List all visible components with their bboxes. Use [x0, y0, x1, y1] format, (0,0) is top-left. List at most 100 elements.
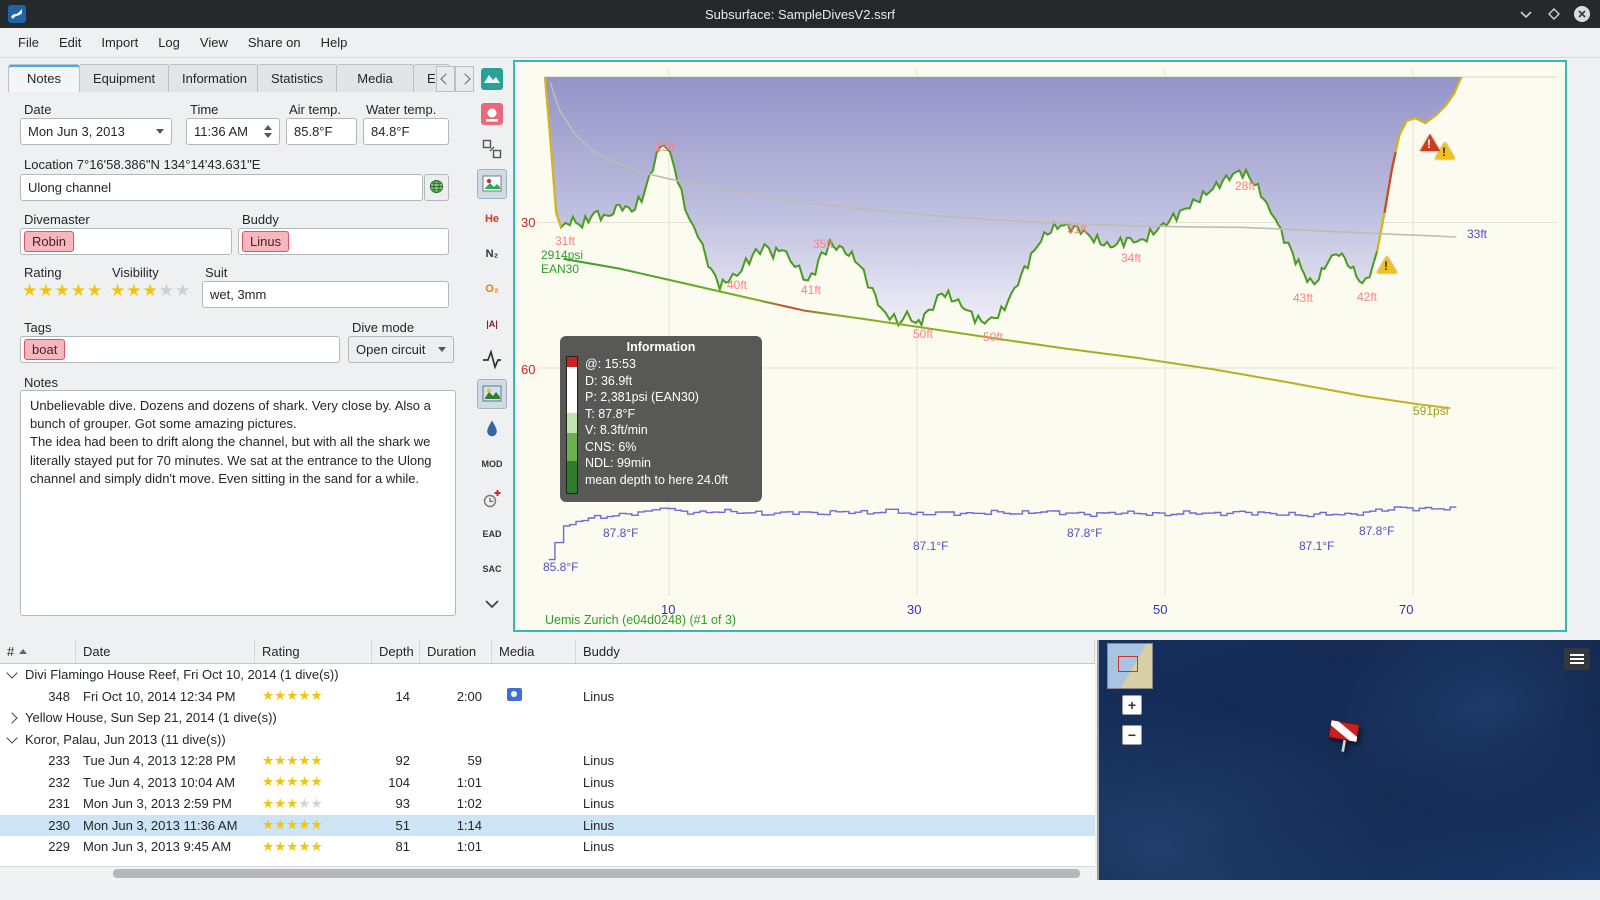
dive-buddy: Linus	[583, 753, 615, 769]
tab-media[interactable]: Media	[336, 64, 414, 92]
photo-marker-icon[interactable]	[477, 99, 507, 129]
time-spinner[interactable]: 11:36 AM	[186, 118, 280, 145]
close-button[interactable]	[1574, 6, 1590, 22]
dive-mode-label: Dive mode	[352, 320, 415, 335]
nitrogen-pressure-icon[interactable]: N₂	[477, 239, 507, 269]
temperature-line	[548, 506, 1457, 561]
visibility-stars[interactable]: ★★★★★	[110, 281, 191, 301]
menu-share-on[interactable]: Share on	[238, 28, 311, 58]
media-photo-icon[interactable]	[507, 688, 522, 702]
star-filled-icon: ★	[54, 281, 71, 300]
suit-field[interactable]: wet, 3mm	[202, 281, 449, 308]
dive-rating: ★★★★★	[255, 839, 372, 855]
air-icon[interactable]: |A|	[477, 309, 507, 339]
notes-label: Notes	[24, 375, 58, 390]
app-window: Subsurface: SampleDivesV2.ssrf File Edit I…	[0, 0, 1600, 900]
scrollbar-thumb[interactable]	[113, 869, 1080, 878]
dive-computer-icon[interactable]	[477, 64, 507, 94]
tab-equipment[interactable]: Equipment	[79, 64, 169, 92]
dive-row[interactable]: 229 Mon Jun 3, 2013 9:45 AM ★★★★★ 81 1:01 Lin…	[0, 836, 1095, 858]
collapse-icon[interactable]	[6, 667, 18, 679]
dive-number: 232	[48, 774, 70, 790]
collapse-icon[interactable]	[6, 732, 18, 744]
minimize-button[interactable]	[1518, 6, 1534, 22]
divemaster-tag[interactable]: Robin	[24, 231, 74, 252]
profile-toolbar: He N₂ O₂ |A| MOD EAD SAC	[477, 64, 509, 619]
ndl-icon[interactable]	[477, 484, 507, 514]
trip-row[interactable]: Divi Flamingo House Reef, Fri Oct 10, 20…	[0, 664, 1095, 686]
divemaster-field[interactable]: Robin	[20, 228, 232, 255]
notes-textarea[interactable]: Unbelievable dive. Dozens and dozens of …	[20, 390, 456, 616]
column-header-duration[interactable]: Duration	[420, 640, 492, 663]
globe-button[interactable]	[424, 174, 449, 201]
tab-scroll-left-button[interactable]	[436, 66, 455, 92]
expand-icon[interactable]	[6, 712, 18, 724]
trip-row[interactable]: Koror, Palau, Jun 2013 (11 dive(s))	[0, 728, 1095, 750]
sac-icon[interactable]: SAC	[477, 554, 507, 584]
oxygen-pressure-icon[interactable]: O₂	[477, 274, 507, 304]
star-empty-icon: ★	[158, 281, 175, 300]
dive-flag-marker[interactable]	[1324, 718, 1368, 759]
column-header-buddy[interactable]: Buddy	[576, 640, 1095, 663]
air-temp-field[interactable]: 85.8°F	[286, 118, 357, 145]
buddy-field[interactable]: Linus	[238, 228, 449, 255]
menu-file[interactable]: File	[8, 28, 49, 58]
column-header-media[interactable]: Media	[492, 640, 576, 663]
menu-log[interactable]: Log	[148, 28, 190, 58]
tab-scroll-right-button[interactable]	[455, 66, 474, 92]
dive-row[interactable]: 233 Tue Jun 4, 2013 12:28 PM ★★★★★ 92 59 Linu…	[0, 750, 1095, 772]
nitrogen-pressure-icon-label: N₂	[485, 248, 499, 260]
location-field[interactable]: Ulong channel	[20, 174, 423, 201]
star-filled-icon: ★	[286, 838, 299, 854]
heart-rate-icon[interactable]	[477, 344, 507, 374]
horizontal-scrollbar[interactable]	[0, 866, 1095, 880]
helium-pressure-icon[interactable]: He	[477, 204, 507, 234]
dive-row[interactable]: 232 Tue Jun 4, 2013 10:04 AM ★★★★★ 104 1:01 L…	[0, 771, 1095, 793]
buddy-tag[interactable]: Linus	[242, 231, 290, 252]
dive-list-header: # Date Rating Depth Duration Media Buddy	[0, 640, 1095, 664]
zoom-out-button[interactable]: −	[1122, 725, 1142, 745]
depth-fill-area	[545, 77, 1462, 326]
column-header-rating[interactable]: Rating	[255, 640, 372, 663]
menu-edit[interactable]: Edit	[49, 28, 91, 58]
dive-mode-select[interactable]: Open circuit	[348, 336, 454, 363]
water-temp-value: 84.8°F	[371, 124, 410, 139]
tags-label: Tags	[24, 320, 52, 335]
column-header-num[interactable]: #	[0, 640, 76, 663]
zoom-in-button[interactable]: +	[1122, 695, 1142, 715]
column-header-date[interactable]: Date	[76, 640, 255, 663]
tab-information[interactable]: Information	[168, 64, 258, 92]
ruler-icon[interactable]	[477, 134, 507, 164]
menu-help[interactable]: Help	[311, 28, 358, 58]
trip-row[interactable]: Yellow House, Sun Sep 21, 2014 (1 dive(s…	[0, 707, 1095, 729]
tags-field[interactable]: boat	[20, 336, 340, 363]
dive-row[interactable]: 231 Mon Jun 3, 2013 2:59 PM ★★★★★ 93 1:02 Lin…	[0, 793, 1095, 815]
info-line: T: 87.8°F	[585, 406, 636, 421]
suit-label: Suit	[205, 265, 228, 280]
map-menu-button[interactable]	[1564, 648, 1590, 670]
date-select[interactable]: Mon Jun 3, 2013	[20, 118, 172, 145]
dive-row[interactable]: 230 Mon Jun 3, 2013 11:36 AM ★★★★★ 51 1:14 Li…	[0, 814, 1095, 836]
show-photos-icon[interactable]	[477, 169, 507, 199]
dive-row[interactable]: 348 Fri Oct 10, 2014 12:34 PM ★★★★★ 14 2:00 L…	[0, 685, 1095, 707]
menu-view[interactable]: View	[190, 28, 238, 58]
water-temp-field[interactable]: 84.8°F	[363, 118, 449, 145]
rating-stars[interactable]: ★★★★★	[22, 281, 103, 301]
mod-icon[interactable]: MOD	[477, 449, 507, 479]
picture-overlay-icon[interactable]	[477, 379, 507, 409]
tab-notes[interactable]: Notes	[8, 64, 80, 92]
spinner-arrows-icon[interactable]	[264, 125, 272, 138]
dive-duration: 1:02	[456, 796, 482, 812]
tag-chip[interactable]: boat	[24, 339, 66, 360]
column-header-depth[interactable]: Depth	[372, 640, 420, 663]
dive-rating: ★★★★★	[255, 817, 372, 833]
maximize-button[interactable]	[1546, 6, 1562, 22]
titlebar: Subsurface: SampleDivesV2.ssrf	[0, 0, 1600, 28]
dive-site-map[interactable]: + −	[1097, 640, 1600, 880]
ead-icon[interactable]: EAD	[477, 519, 507, 549]
map-overview-thumbnail[interactable]	[1107, 643, 1153, 689]
tab-statistics[interactable]: Statistics	[257, 64, 337, 92]
tissue-icon[interactable]	[477, 414, 507, 444]
scroll-down-icon[interactable]	[477, 589, 507, 619]
menu-import[interactable]: Import	[91, 28, 148, 58]
